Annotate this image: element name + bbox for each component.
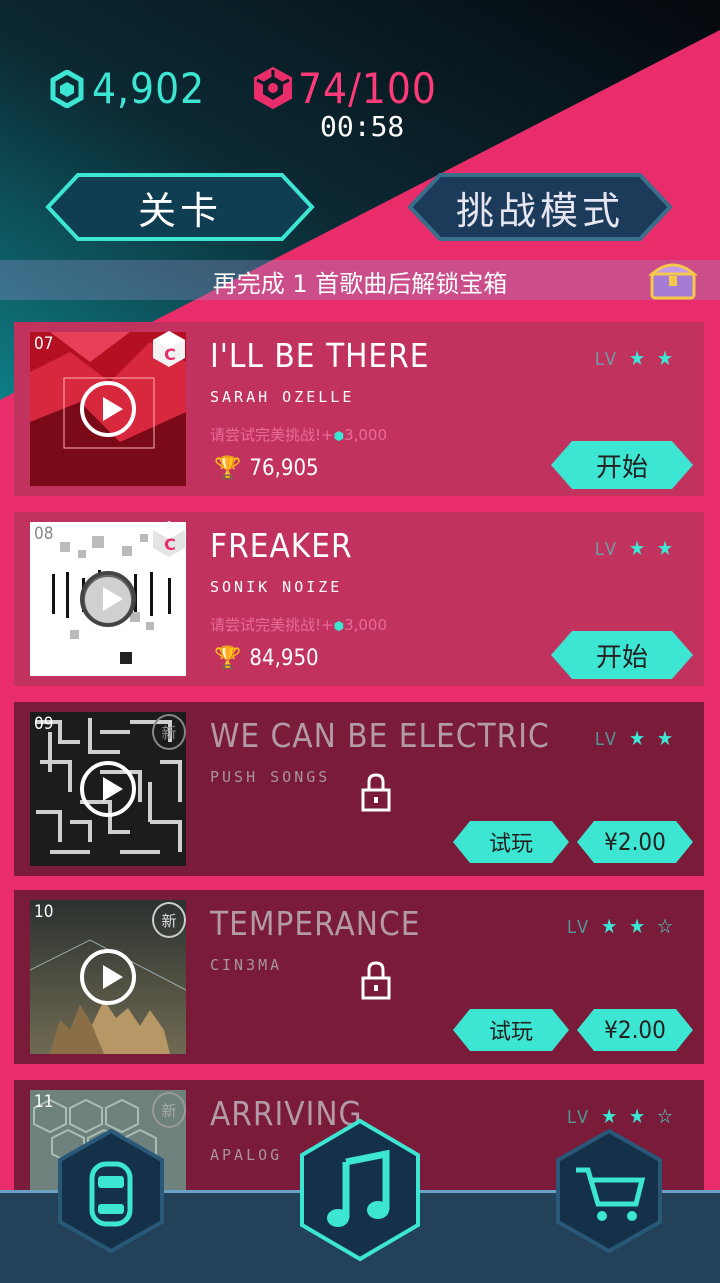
trophy-icon: 🏆	[214, 456, 242, 481]
play-preview-icon[interactable]	[80, 761, 136, 817]
play-preview-icon[interactable]	[80, 949, 136, 1005]
new-badge: 新	[152, 714, 186, 750]
song-card[interactable]: 10 新 TEMPERANCE CIN3MA LV ★ ★ ☆ 试玩 ¥2.00	[14, 890, 704, 1064]
star-icon: ★	[656, 726, 676, 750]
perfect-challenge-hint: 请尝试完美挑战!+⬢3,000	[210, 614, 387, 635]
new-badge: 新	[152, 902, 186, 938]
star-empty-icon: ☆	[656, 1104, 676, 1128]
price-label: ¥2.00	[604, 828, 666, 856]
song-artist: PUSH SONGS	[210, 768, 331, 786]
difficulty-rating: LV ★ ★ ☆	[567, 914, 676, 938]
challenge-text: 请尝试完美挑战!+	[210, 426, 334, 444]
song-card[interactable]: 09 新 WE CAN BE ELECTRIC PUSH SONGS LV ★ ★…	[14, 702, 704, 876]
difficulty-rating: LV ★ ★ ☆	[567, 1104, 676, 1128]
star-icon: ★	[656, 536, 676, 560]
lock-icon	[361, 961, 391, 1000]
lv-label: LV	[567, 1107, 592, 1128]
play-preview-icon[interactable]	[80, 381, 136, 437]
song-card[interactable]: 08 C FREAKER SONIK NOIZE 请尝试完美挑战!+⬢3,000…	[14, 512, 704, 686]
chest-progress-text: 再完成 1 首歌曲后解锁宝箱	[212, 270, 508, 298]
start-button-label: 开始	[595, 452, 648, 483]
start-button[interactable]: 开始	[550, 630, 694, 680]
star-icon: ★	[629, 914, 649, 938]
lv-label: LV	[594, 729, 619, 750]
challenge-mode-label: 挑战模式	[455, 188, 624, 233]
car-icon[interactable]	[56, 1128, 166, 1254]
lv-label: LV	[594, 349, 619, 370]
star-icon: ★	[629, 726, 649, 750]
challenge-text: 请尝试完美挑战!+	[210, 616, 334, 634]
song-artist: SONIK NOIZE	[210, 578, 343, 596]
song-title: TEMPERANCE	[210, 904, 421, 943]
lock-icon	[361, 773, 391, 812]
start-button-label: 开始	[595, 642, 648, 673]
buy-button[interactable]: ¥2.00	[576, 820, 694, 864]
hex-coin-icon: ⬢	[333, 619, 345, 633]
difficulty-rating: LV ★ ★	[595, 726, 676, 750]
star-icon: ★	[601, 914, 621, 938]
treasure-chest-icon[interactable]	[648, 256, 698, 302]
challenge-badge-icon: C	[153, 521, 185, 557]
buy-button[interactable]: ¥2.00	[576, 1008, 694, 1052]
music-note-icon[interactable]	[298, 1118, 422, 1262]
song-title: I'LL BE THERE	[210, 336, 430, 375]
star-empty-icon: ☆	[656, 914, 676, 938]
lv-label: LV	[594, 539, 619, 560]
energy-amount: 74/100	[298, 64, 437, 113]
song-title: FREAKER	[210, 526, 353, 565]
star-icon: ★	[629, 1104, 649, 1128]
play-preview-icon[interactable]	[80, 571, 136, 627]
score-value: 76,905	[249, 456, 319, 481]
trial-button[interactable]: 试玩	[452, 820, 570, 864]
high-score: 🏆 76,905	[214, 456, 319, 481]
star-icon: ★	[656, 346, 676, 370]
song-number: 09	[34, 714, 54, 734]
song-number: 10	[34, 902, 54, 922]
song-number: 11	[34, 1092, 54, 1112]
song-artist: CIN3MA	[210, 956, 283, 974]
song-number: 08	[34, 524, 54, 544]
trial-button-label: 试玩	[488, 1020, 533, 1045]
challenge-reward: 3,000	[344, 426, 388, 444]
song-number: 07	[34, 334, 54, 354]
song-artist: APALOG	[210, 1146, 283, 1164]
trial-button[interactable]: 试玩	[452, 1008, 570, 1052]
shopping-cart-icon[interactable]	[554, 1128, 664, 1254]
star-icon: ★	[629, 536, 649, 560]
levels-tab-label: 关卡	[137, 188, 222, 233]
start-button[interactable]: 开始	[550, 440, 694, 490]
svg-text:C: C	[164, 345, 176, 364]
high-score: 🏆 84,950	[214, 646, 319, 671]
energy-icon	[254, 66, 292, 110]
coin-amount: 4,902	[92, 64, 206, 113]
new-badge: 新	[152, 1092, 186, 1128]
song-title: WE CAN BE ELECTRIC	[210, 716, 550, 755]
perfect-challenge-hint: 请尝试完美挑战!+⬢3,000	[210, 424, 387, 445]
song-artist: SARAH OZELLE	[210, 388, 355, 406]
svg-text:C: C	[164, 535, 176, 554]
song-card[interactable]: 07 C I'LL BE THERE SARAH OZELLE 请尝试完美挑战!…	[14, 322, 704, 496]
score-value: 84,950	[249, 646, 319, 671]
trophy-icon: 🏆	[214, 646, 242, 671]
price-label: ¥2.00	[604, 1016, 666, 1044]
levels-tab-button[interactable]: 关卡	[44, 172, 316, 242]
challenge-badge-icon: C	[153, 331, 185, 367]
lv-label: LV	[567, 917, 592, 938]
star-icon: ★	[601, 1104, 621, 1128]
challenge-reward: 3,000	[344, 616, 388, 634]
challenge-mode-button[interactable]: 挑战模式	[406, 172, 674, 242]
hex-coin-icon	[50, 70, 84, 108]
difficulty-rating: LV ★ ★	[595, 346, 676, 370]
trial-button-label: 试玩	[488, 832, 533, 857]
energy-timer: 00:58	[320, 110, 405, 143]
star-icon: ★	[629, 346, 649, 370]
difficulty-rating: LV ★ ★	[595, 536, 676, 560]
hex-coin-icon: ⬢	[333, 429, 345, 443]
